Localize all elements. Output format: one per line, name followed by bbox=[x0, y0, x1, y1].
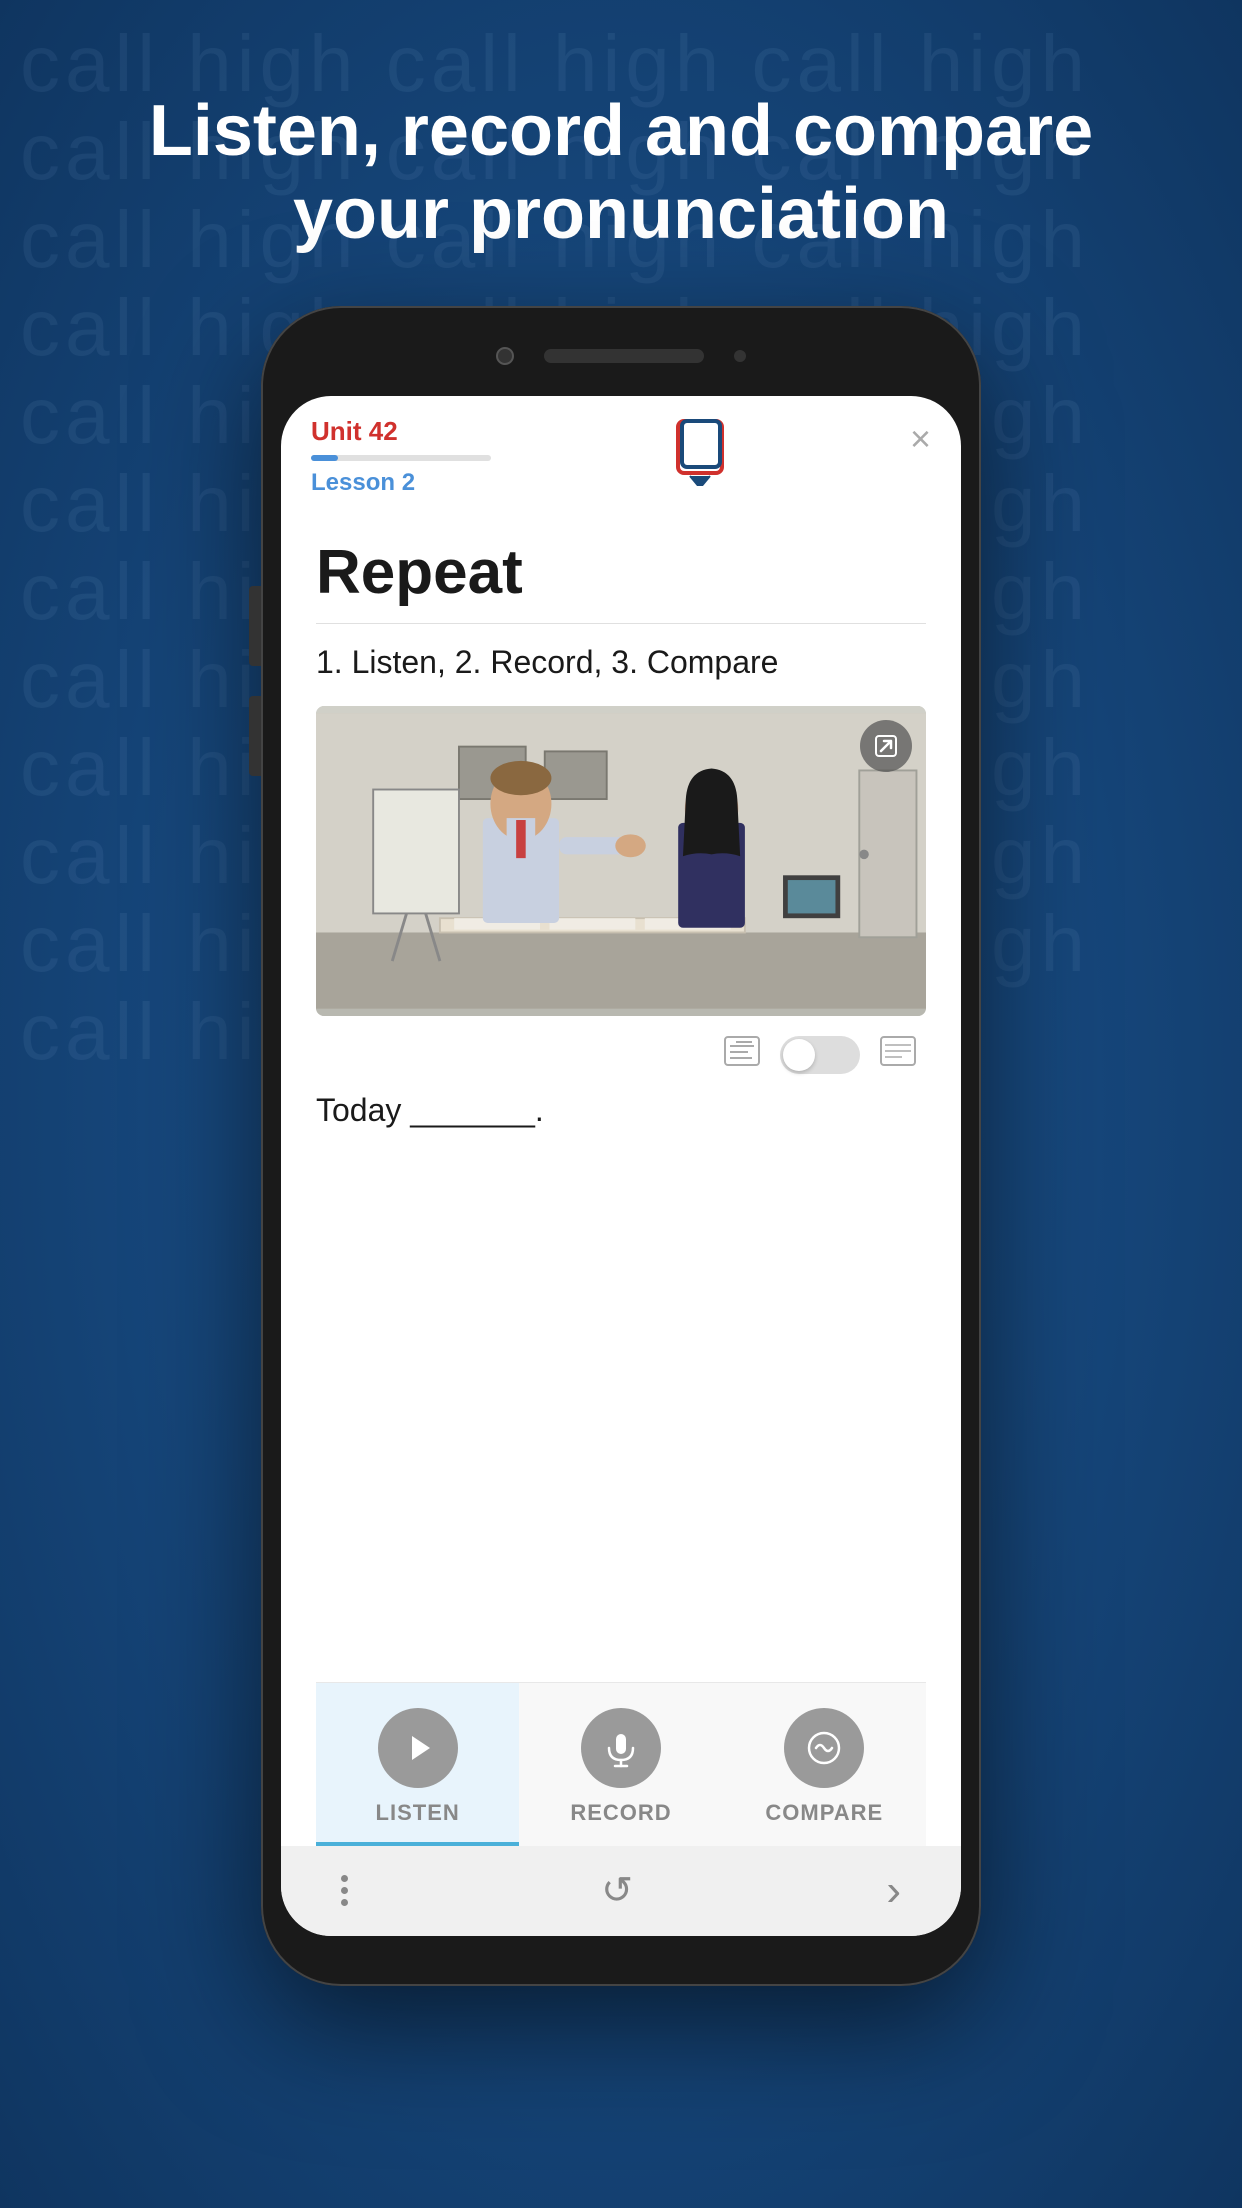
progress-fill bbox=[311, 455, 338, 461]
tab-listen[interactable]: LISTEN bbox=[316, 1683, 519, 1846]
tab-compare[interactable]: COMPARE bbox=[723, 1683, 926, 1846]
toggle-knob bbox=[783, 1039, 815, 1071]
hero-title: Listen, record and compareyour pronuncia… bbox=[89, 90, 1153, 256]
volume-button-2 bbox=[249, 696, 261, 776]
instruction-text: 1. Listen, 2. Record, 3. Compare bbox=[316, 644, 926, 681]
phone-notch bbox=[281, 326, 961, 386]
tab-compare-label: COMPARE bbox=[765, 1800, 883, 1826]
bottom-tabs: LISTEN RECORD bbox=[316, 1682, 926, 1846]
nav-bar: ↺ › bbox=[281, 1846, 961, 1936]
header-unit-info: Unit 42 Lesson 2 bbox=[311, 416, 491, 497]
more-options-button[interactable] bbox=[341, 1875, 348, 1906]
toggle-switch[interactable] bbox=[780, 1036, 860, 1074]
video-container[interactable] bbox=[316, 706, 926, 1016]
lesson-title: Repeat bbox=[316, 537, 926, 608]
text-view-icon[interactable] bbox=[880, 1036, 916, 1074]
progress-bar bbox=[311, 455, 491, 461]
video-scene bbox=[316, 706, 926, 1016]
scene-svg bbox=[316, 706, 926, 1016]
forward-button[interactable]: › bbox=[886, 1866, 901, 1916]
dot-1 bbox=[341, 1875, 348, 1882]
controls-row bbox=[316, 1036, 926, 1074]
captions-icon[interactable] bbox=[724, 1036, 760, 1074]
lesson-label: Lesson 2 bbox=[311, 469, 491, 497]
dot-2 bbox=[341, 1887, 348, 1894]
app-logo bbox=[670, 416, 730, 491]
volume-button-1 bbox=[249, 586, 261, 666]
tab-record[interactable]: RECORD bbox=[519, 1683, 722, 1846]
earpiece-speaker bbox=[544, 349, 704, 363]
phone-screen: Unit 42 Lesson 2 × Repeat 1. Listen, 2. … bbox=[281, 396, 961, 1936]
tab-record-label: RECORD bbox=[570, 1800, 671, 1826]
record-icon-circle bbox=[581, 1708, 661, 1788]
phone-frame: Unit 42 Lesson 2 × Repeat 1. Listen, 2. … bbox=[261, 306, 981, 1986]
today-text: Today _______. bbox=[316, 1092, 926, 1129]
divider bbox=[316, 623, 926, 624]
app-content: Repeat 1. Listen, 2. Record, 3. Compare bbox=[281, 512, 961, 1846]
refresh-button[interactable]: ↺ bbox=[601, 1868, 633, 1913]
front-camera bbox=[496, 347, 514, 365]
sensor-dot bbox=[734, 350, 746, 362]
compare-icon-circle bbox=[784, 1708, 864, 1788]
dot-3 bbox=[341, 1899, 348, 1906]
expand-button[interactable] bbox=[860, 720, 912, 772]
close-button[interactable]: × bbox=[910, 416, 931, 457]
app-header: Unit 42 Lesson 2 × bbox=[281, 396, 961, 512]
tab-listen-label: LISTEN bbox=[376, 1800, 460, 1826]
listen-icon-circle bbox=[378, 1708, 458, 1788]
unit-label: Unit 42 bbox=[311, 416, 491, 447]
